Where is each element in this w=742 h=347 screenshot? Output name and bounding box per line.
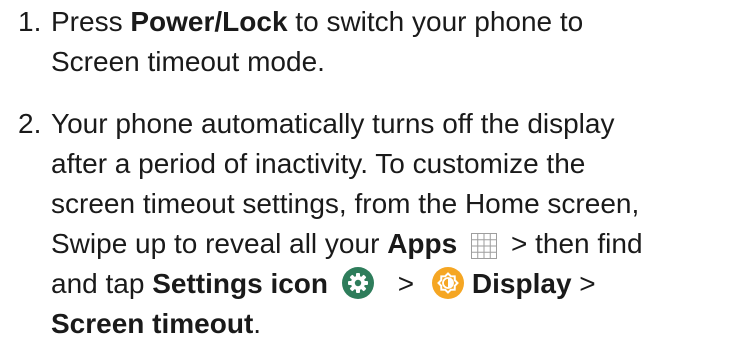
step-number: 2. (18, 108, 42, 139)
step-line: Screen timeout mode. (51, 46, 325, 77)
step-line: Press Power/Lock to switch your phone to (51, 2, 741, 42)
settings-icon-label: Settings icon (152, 268, 328, 299)
text-run: . (253, 308, 262, 339)
display-brightness-icon (431, 266, 464, 299)
power-lock-label: Power/Lock (130, 6, 288, 37)
apps-grid-icon (471, 230, 498, 259)
step-line: and tap Settings icon > Display > (51, 264, 741, 304)
text-run: > (571, 268, 596, 299)
text-run: > then find (503, 228, 643, 259)
text-run: > (390, 268, 422, 299)
text-run: Press (51, 6, 131, 37)
display-label: Display (471, 268, 572, 299)
settings-gear-icon (342, 266, 374, 299)
text-run: Swipe up to reveal all your (51, 228, 388, 259)
step-line: screen timeout settings, from the Home s… (51, 188, 640, 219)
screen-timeout-label: Screen timeout (51, 308, 254, 339)
step-text: Press Power/Lock to switch your phone to… (51, 2, 741, 82)
apps-label: Apps (387, 228, 458, 259)
step-line: Your phone automatically turns off the d… (51, 108, 615, 139)
step-line: after a period of inactivity. To customi… (51, 148, 586, 179)
step-line: Screen timeout. (51, 304, 741, 344)
text-run: and tap (51, 268, 153, 299)
text-run: to switch your phone to (287, 6, 584, 37)
step-line: Swipe up to reveal all your Apps > then … (51, 224, 741, 264)
step-number: 1. (18, 6, 42, 37)
step-text: Your phone automatically turns off the d… (51, 104, 741, 344)
